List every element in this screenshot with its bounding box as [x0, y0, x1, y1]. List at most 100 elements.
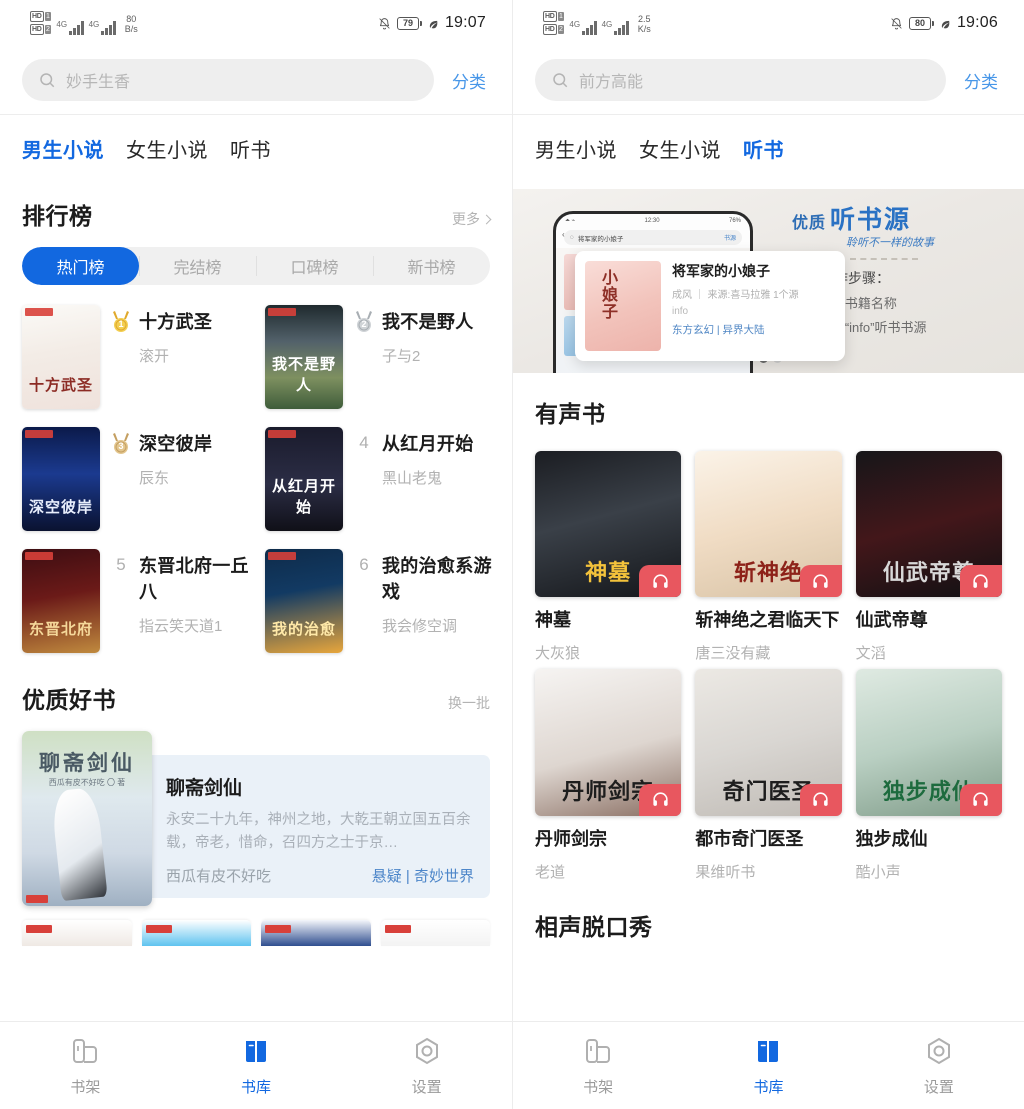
- book-author: 滚开: [139, 348, 170, 365]
- battery-indicator: 80: [908, 16, 934, 30]
- phone-screen-right: HD 1 HD 2 4G 4G 2.5 K/s 80 19:06 前方高能 分类…: [512, 0, 1024, 1109]
- network-speed-value: 2.5: [638, 14, 651, 24]
- audiobook-narrator: 酷小声: [855, 863, 901, 881]
- book-cover-title: 我不是野人: [271, 356, 336, 394]
- tab-audiobooks[interactable]: 听书: [230, 134, 271, 163]
- content-scroll-area[interactable]: 排行榜 更多 热门榜 完结榜 口碑榜 新书榜 十方武圣 1 十方武圣 滚开 我不是野人 2…: [0, 181, 512, 1021]
- nav-settings[interactable]: 设置: [341, 1035, 512, 1097]
- headphone-icon: [639, 783, 682, 816]
- peek-book-cover[interactable]: [22, 920, 132, 946]
- nav-settings[interactable]: 设置: [854, 1035, 1024, 1097]
- audiobook-item[interactable]: 丹师剑宗 丹师剑宗 老道: [535, 669, 682, 881]
- audiobook-item[interactable]: 仙武帝尊 仙武帝尊 文滔: [855, 451, 1002, 663]
- tab-audiobooks[interactable]: 听书: [743, 134, 784, 163]
- audiobook-item[interactable]: 独步成仙 独步成仙 酷小声: [855, 669, 1002, 881]
- quality-cover-subtitle: 西瓜有皮不好吃 〇 著: [48, 778, 126, 787]
- mute-bell-icon: [378, 16, 391, 31]
- power-saving-leaf-icon: [940, 17, 951, 30]
- banner-dashed-divider: [850, 258, 918, 260]
- mockup-search-field: ◌ 将军家的小娘子 书源: [564, 230, 742, 245]
- nav-bookshelf[interactable]: 书架: [0, 1035, 171, 1097]
- peek-book-cover[interactable]: [380, 920, 490, 946]
- search-input[interactable]: 前方高能: [535, 59, 946, 101]
- rank-book-item[interactable]: 十方武圣 1 十方武圣 滚开: [22, 299, 257, 415]
- audiobook-item[interactable]: 奇门医圣 都市奇门医圣 果维听书: [695, 669, 842, 881]
- book-cover: 我的治愈: [265, 549, 343, 653]
- signal-group-2: 4G: [89, 21, 116, 35]
- status-right-group: 79 19:07: [378, 14, 486, 32]
- nav-library[interactable]: 书库: [171, 1035, 342, 1097]
- crosstalk-section-header: 相声脱口秀: [513, 908, 1024, 942]
- rank-book-item[interactable]: 深空彼岸 3 深空彼岸 辰东: [22, 421, 257, 537]
- peek-covers-row[interactable]: [0, 912, 512, 946]
- ranking-title: 排行榜: [22, 203, 93, 229]
- sim-badge-2: 2: [557, 25, 565, 34]
- banner-headline: 听书源: [830, 206, 912, 234]
- book-cover: 从红月开始: [265, 427, 343, 531]
- nav-library[interactable]: 书库: [683, 1035, 853, 1097]
- audiobook-cover: 仙武帝尊: [855, 451, 1002, 598]
- quality-title: 优质好书: [22, 687, 116, 713]
- mockup-time: 12:30: [644, 218, 660, 224]
- book-title: 十方武圣: [139, 312, 213, 332]
- search-input[interactable]: 妙手生香: [22, 59, 434, 101]
- network-type-2: 4G: [88, 20, 100, 29]
- chevron-right-icon: [481, 214, 492, 224]
- rank-book-item[interactable]: 东晋北府 5 东晋北府一丘八 指云笑天道1: [22, 543, 257, 659]
- audiobook-cover: 神墓: [535, 451, 682, 598]
- audiobook-narrator: 唐三没有藏: [695, 645, 771, 663]
- rank-book-meta: 5 东晋北府一丘八 指云笑天道1: [110, 549, 257, 636]
- ranktab-reputation[interactable]: 口碑榜: [256, 247, 373, 285]
- ranktab-new[interactable]: 新书榜: [373, 247, 490, 285]
- tab-male-novels[interactable]: 男生小说: [22, 134, 104, 163]
- popup-cover-title: 小娘子: [599, 269, 616, 320]
- book-cover-title: 我的治愈: [271, 621, 336, 638]
- rank-book-meta: 4 从红月开始 黑山老鬼: [353, 427, 500, 488]
- tab-female-novels[interactable]: 女生小说: [126, 134, 208, 163]
- ranking-more-button[interactable]: 更多: [452, 209, 492, 229]
- book-author: 指云笑天道1: [139, 618, 223, 635]
- headphone-icon: [799, 565, 842, 598]
- audiobook-item[interactable]: 斩神绝 斩神绝之君临天下 唐三没有藏: [695, 451, 842, 663]
- ranking-grid: 十方武圣 1 十方武圣 滚开 我不是野人 2 我不是野人 子与2 深空彼岸 3 深空彼岸 辰东 从红月开…: [0, 291, 512, 659]
- quality-refresh-button[interactable]: 换一批: [448, 693, 490, 713]
- audiobook-item[interactable]: 神墓 神墓 大灰狼: [535, 451, 682, 663]
- promo-banner[interactable]: ⏶ ⌁ 12:30 76% ‹ ◌ 将军家的小娘子 书源 · 小娘子: [513, 189, 1024, 373]
- ranking-tab-bar: 热门榜 完结榜 口碑榜 新书榜: [22, 247, 490, 285]
- sim-badge-1: 1: [557, 12, 565, 21]
- book-title: 我不是野人: [382, 312, 474, 332]
- tab-female-novels[interactable]: 女生小说: [639, 134, 721, 163]
- status-bar: HD 1 HD 2 4G 4G 2.5 K/s 80 19:06: [513, 0, 1024, 46]
- content-scroll-area[interactable]: ⏶ ⌁ 12:30 76% ‹ ◌ 将军家的小娘子 书源 · 小娘子: [513, 181, 1024, 1021]
- rank-number: 4: [359, 433, 369, 452]
- book-author: 我会修空调: [382, 618, 458, 635]
- audiobook-narrator: 大灰狼: [535, 645, 581, 663]
- signal-group-1: 4G: [56, 21, 84, 35]
- battery-tip: [931, 20, 934, 26]
- rank-book-item[interactable]: 我的治愈 6 我的治愈系游戏 我会修空调: [265, 543, 500, 659]
- category-button[interactable]: 分类: [448, 66, 490, 95]
- tab-male-novels[interactable]: 男生小说: [535, 134, 617, 163]
- audiobook-cover: 奇门医圣: [695, 669, 842, 816]
- library-icon: [752, 1035, 784, 1067]
- quality-book-card[interactable]: 聊斋剑仙 西瓜有皮不好吃 〇 著 聊斋剑仙 永安二十九年，神州之地，大乾王朝立国…: [0, 731, 512, 912]
- sim-badge-1: 1: [44, 12, 52, 21]
- signal-bars-icon-2: [101, 21, 116, 35]
- rank-book-meta: 1 十方武圣 滚开: [110, 305, 257, 366]
- medal-silver-icon: 2: [353, 310, 375, 334]
- quality-cover-title: 聊斋剑仙: [39, 752, 135, 775]
- battery-tip: [419, 20, 422, 26]
- ranktab-hot[interactable]: 热门榜: [22, 247, 139, 285]
- ranktab-completed[interactable]: 完结榜: [139, 247, 256, 285]
- settings-icon: [411, 1035, 443, 1067]
- nav-bookshelf[interactable]: 书架: [513, 1035, 683, 1097]
- category-tabs: 男生小说 女生小说 听书: [0, 115, 512, 181]
- rank-book-item[interactable]: 从红月开始 4 从红月开始 黑山老鬼: [265, 421, 500, 537]
- peek-book-cover[interactable]: [261, 920, 371, 946]
- category-button[interactable]: 分类: [960, 66, 1002, 95]
- network-type-1: 4G: [569, 20, 581, 29]
- peek-book-cover[interactable]: [141, 920, 251, 946]
- rank-book-item[interactable]: 我不是野人 2 我不是野人 子与2: [265, 299, 500, 415]
- clock: 19:06: [956, 14, 998, 31]
- nav-settings-label: 设置: [923, 1078, 954, 1096]
